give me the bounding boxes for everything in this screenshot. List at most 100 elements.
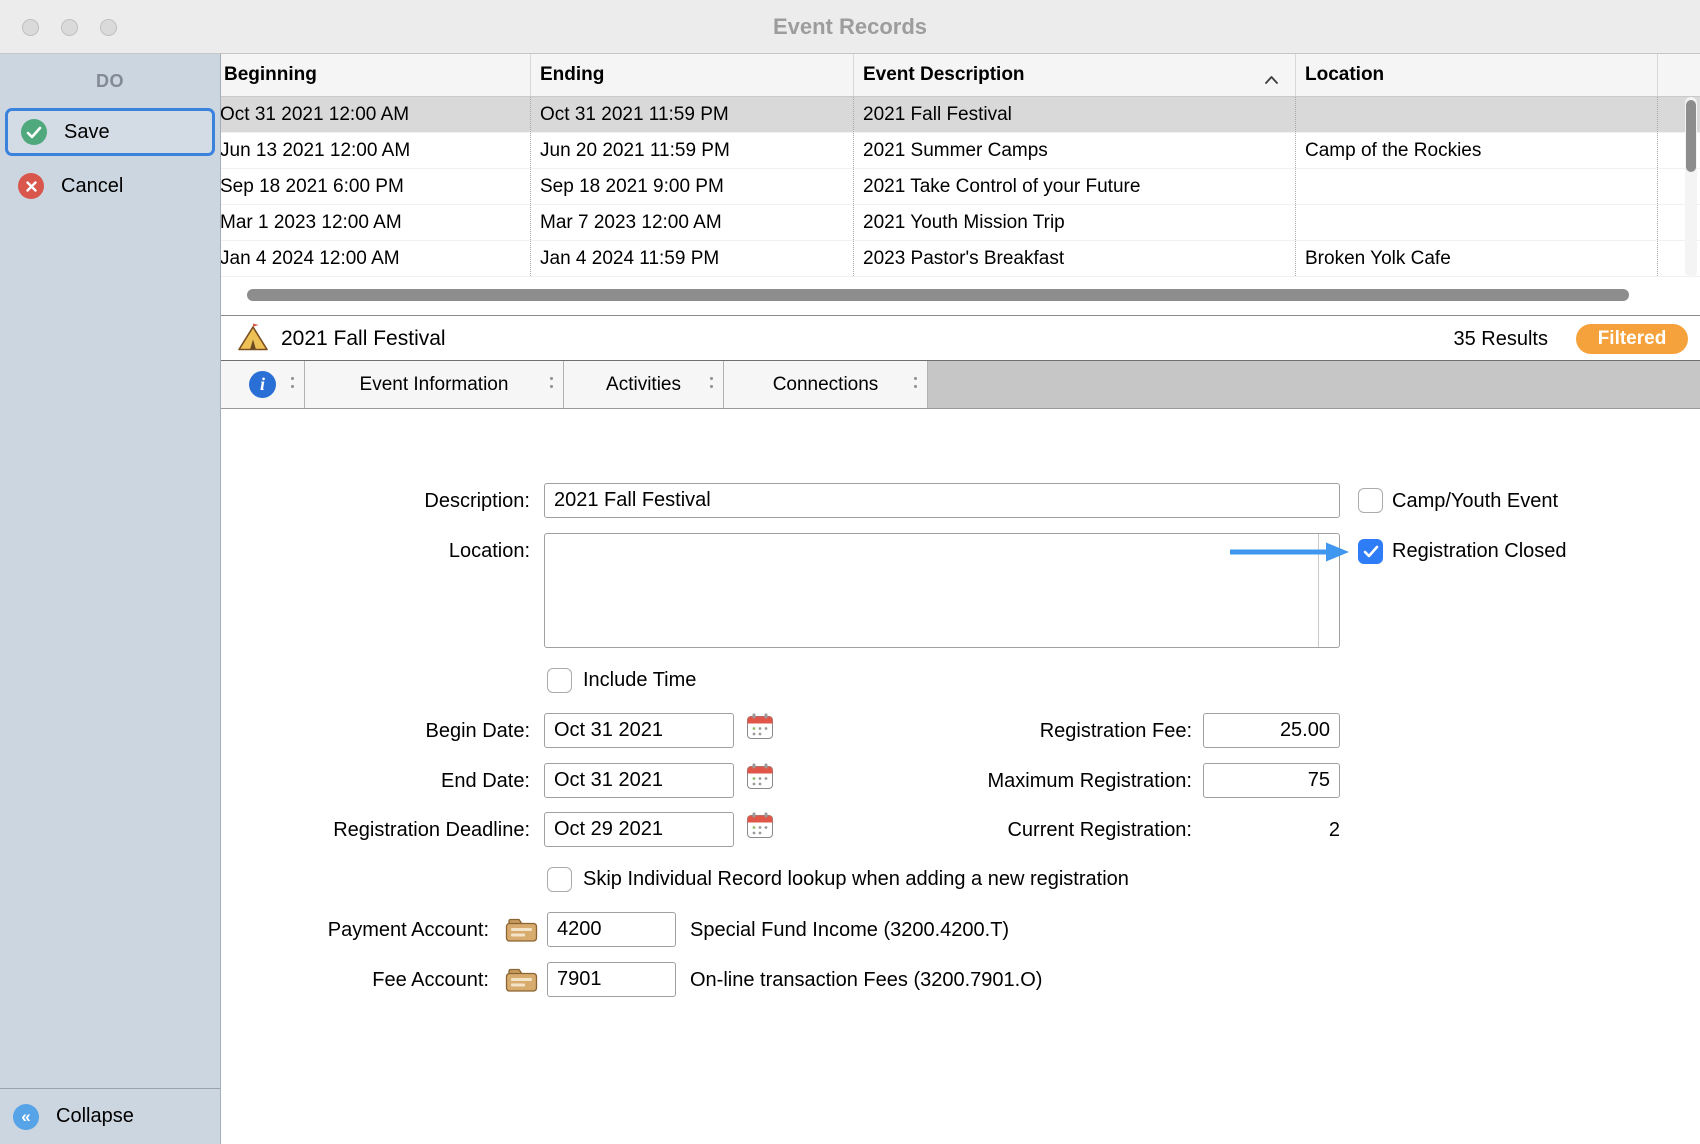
table-row[interactable]: Oct 31 2021 12:00 AM Oct 31 2021 11:59 P… — [221, 97, 1700, 133]
registration-deadline-input[interactable] — [544, 812, 734, 847]
registration-closed-label: Registration Closed — [1392, 534, 1567, 568]
column-header-beginning[interactable]: Beginning — [221, 54, 531, 96]
horizontal-scrollbar[interactable] — [247, 289, 1629, 301]
cell-beginning: Jun 13 2021 12:00 AM — [221, 133, 531, 168]
cell-location — [1296, 205, 1658, 240]
column-header-event-description[interactable]: Event Description — [854, 54, 1296, 96]
save-button[interactable]: Save — [5, 108, 215, 156]
payment-account-label: Payment Account: — [200, 913, 489, 947]
payment-account-input[interactable] — [547, 912, 676, 947]
results-count: 35 Results — [1454, 316, 1549, 362]
camp-youth-event-checkbox[interactable] — [1358, 488, 1383, 513]
table-row[interactable]: Mar 1 2023 12:00 AM Mar 7 2023 12:00 AM … — [221, 205, 1700, 241]
vertical-scrollbar-track — [1685, 97, 1697, 277]
tab-handle-dots-icon — [710, 377, 713, 388]
sidebar-header: DO — [0, 71, 220, 92]
record-header-bar: 2021 Fall Festival 35 Results Filtered — [221, 315, 1700, 361]
title-bar: Event Records — [0, 0, 1700, 54]
filtered-badge[interactable]: Filtered — [1576, 324, 1688, 354]
event-table-header: Beginning Ending Event Description Locat… — [221, 54, 1700, 97]
window-title: Event Records — [0, 0, 1700, 54]
include-time-label: Include Time — [583, 663, 696, 697]
tent-icon — [237, 322, 269, 357]
cell-description: 2021 Summer Camps — [854, 133, 1296, 168]
cell-description: 2021 Fall Festival — [854, 97, 1296, 132]
cell-beginning: Sep 18 2021 6:00 PM — [221, 169, 531, 204]
zoom-window-button[interactable] — [100, 19, 117, 36]
registration-deadline-calendar-icon[interactable] — [746, 811, 774, 844]
maximum-registration-label: Maximum Registration: — [850, 764, 1192, 798]
fee-account-lookup-icon[interactable] — [505, 967, 539, 998]
do-sidebar: DO Save Cancel « Collapse — [0, 54, 221, 1144]
fee-account-description: On-line transaction Fees (3200.7901.O) — [690, 963, 1042, 997]
event-records-window: Event Records DO Save Cancel « Collapse … — [0, 0, 1700, 1144]
column-header-location-label: Location — [1305, 64, 1384, 86]
tab-handle-dots-icon — [550, 377, 553, 388]
payment-account-description: Special Fund Income (3200.4200.T) — [690, 913, 1009, 947]
description-input[interactable] — [544, 483, 1340, 518]
x-icon — [18, 173, 44, 199]
cell-location — [1296, 169, 1658, 204]
maximum-registration-input[interactable] — [1203, 763, 1340, 798]
fee-account-input[interactable] — [547, 962, 676, 997]
column-header-event-description-label: Event Description — [863, 64, 1025, 86]
sort-ascending-icon — [1264, 69, 1279, 91]
table-row[interactable]: Sep 18 2021 6:00 PM Sep 18 2021 9:00 PM … — [221, 169, 1700, 205]
tab-connections-label: Connections — [773, 374, 879, 396]
tab-handle-dots-icon — [914, 377, 917, 388]
current-registration-value: 2 — [1203, 813, 1340, 847]
cell-ending: Oct 31 2021 11:59 PM — [531, 97, 854, 132]
tab-event-information[interactable]: Event Information — [305, 361, 564, 408]
registration-fee-label: Registration Fee: — [850, 714, 1192, 748]
close-window-button[interactable] — [22, 19, 39, 36]
collapse-button[interactable]: « Collapse — [0, 1088, 220, 1144]
table-row[interactable]: Jan 4 2024 12:00 AM Jan 4 2024 11:59 PM … — [221, 241, 1700, 277]
cell-location: Camp of the Rockies — [1296, 133, 1658, 168]
cell-description: 2023 Pastor's Breakfast — [854, 241, 1296, 276]
payment-account-lookup-icon[interactable] — [505, 917, 539, 948]
end-date-input[interactable] — [544, 763, 734, 798]
registration-closed-checkbox[interactable] — [1358, 539, 1383, 564]
tab-activities[interactable]: Activities — [564, 361, 724, 408]
registration-fee-input[interactable] — [1203, 713, 1340, 748]
skip-lookup-label: Skip Individual Record lookup when addin… — [583, 862, 1129, 896]
minimize-window-button[interactable] — [61, 19, 78, 36]
tab-event-information-label: Event Information — [360, 374, 509, 396]
column-header-beginning-label: Beginning — [224, 64, 317, 86]
vertical-scrollbar[interactable] — [1686, 100, 1696, 172]
tab-handle-dots-icon — [291, 377, 294, 388]
begin-date-calendar-icon[interactable] — [746, 712, 774, 745]
registration-deadline-label: Registration Deadline: — [240, 813, 530, 847]
include-time-checkbox[interactable] — [547, 668, 572, 693]
table-row[interactable]: Jun 13 2021 12:00 AM Jun 20 2021 11:59 P… — [221, 133, 1700, 169]
info-tab[interactable]: i — [221, 361, 305, 408]
begin-date-label: Begin Date: — [240, 714, 530, 748]
cell-beginning: Oct 31 2021 12:00 AM — [221, 97, 531, 132]
collapse-chevrons-icon: « — [13, 1104, 39, 1130]
event-table: Oct 31 2021 12:00 AM Oct 31 2021 11:59 P… — [221, 97, 1700, 277]
annotation-arrow-icon — [1228, 541, 1350, 563]
begin-date-input[interactable] — [544, 713, 734, 748]
location-label: Location: — [240, 534, 530, 568]
location-textarea[interactable] — [545, 534, 1339, 647]
camp-youth-event-label: Camp/Youth Event — [1392, 484, 1558, 518]
column-header-location[interactable]: Location — [1296, 54, 1658, 96]
cell-description: 2021 Take Control of your Future — [854, 169, 1296, 204]
cell-location — [1296, 97, 1658, 132]
cell-description: 2021 Youth Mission Trip — [854, 205, 1296, 240]
record-tab-bar: i Event Information Activities Connectio… — [221, 361, 1700, 409]
end-date-label: End Date: — [240, 764, 530, 798]
skip-lookup-checkbox[interactable] — [547, 867, 572, 892]
cancel-button[interactable]: Cancel — [5, 162, 215, 210]
column-header-filler — [1658, 54, 1700, 96]
record-title: 2021 Fall Festival — [281, 327, 446, 351]
column-header-ending[interactable]: Ending — [531, 54, 854, 96]
cell-ending: Mar 7 2023 12:00 AM — [531, 205, 854, 240]
cancel-button-label: Cancel — [61, 175, 123, 198]
end-date-calendar-icon[interactable] — [746, 762, 774, 795]
location-field-wrap — [544, 533, 1340, 648]
tab-connections[interactable]: Connections — [724, 361, 928, 408]
info-icon: i — [249, 371, 276, 398]
tab-activities-label: Activities — [606, 374, 681, 396]
current-registration-label: Current Registration: — [850, 813, 1192, 847]
